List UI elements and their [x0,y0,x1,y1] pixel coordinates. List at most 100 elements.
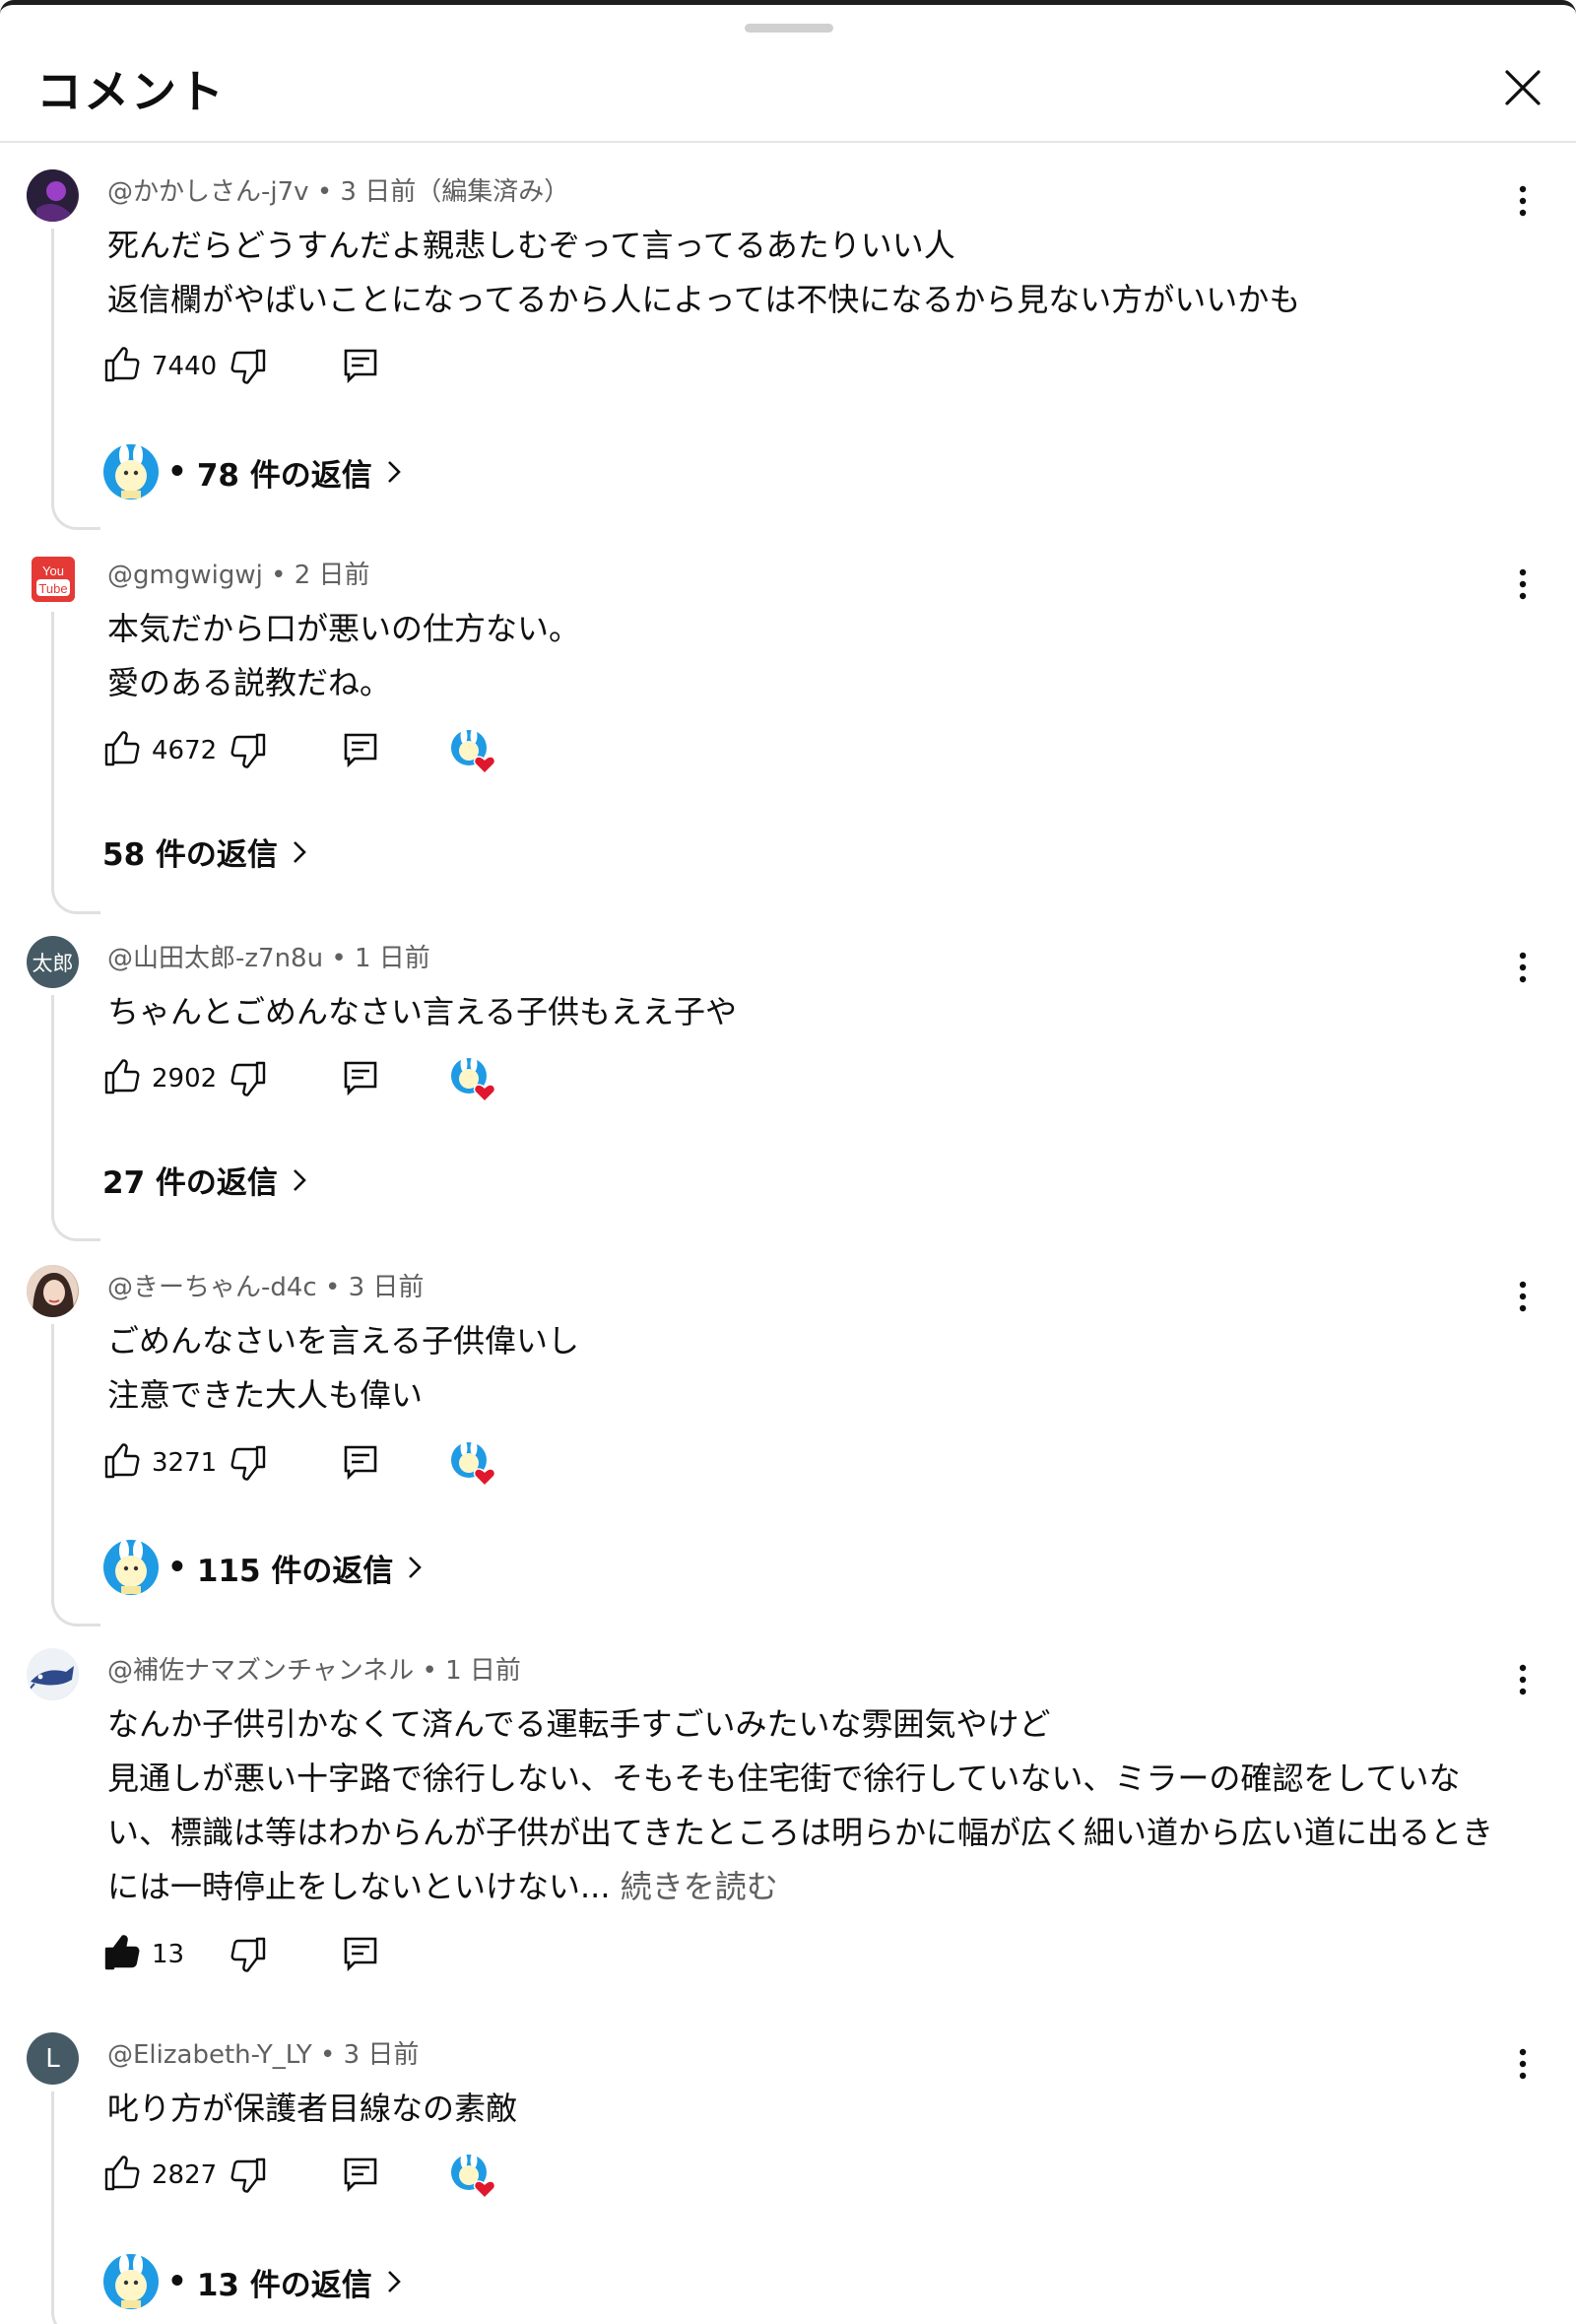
dislike-icon[interactable] [229,1444,268,1484]
creator-heart-icon [451,728,496,775]
avatar[interactable]: 太郎 [27,936,79,988]
like-count: 4672 [152,736,218,765]
like-icon-filled[interactable] [102,1932,142,1971]
reply-icon[interactable] [343,1060,378,1096]
like-icon[interactable] [102,1056,142,1096]
author-name[interactable]: @山田太郎-z7n8u [107,944,323,973]
comment-actions: 2902 [102,1056,693,1105]
replies-count: 13 件の返信 [196,2267,372,2303]
comment-meta: @gmgwigwj • 2 日前 [107,561,370,590]
comment-actions: 3271 [102,1440,693,1490]
dislike-icon[interactable] [229,1936,268,1975]
chevron-right-icon [387,2271,401,2292]
comment-meta: @きーちゃん-d4c • 3 日前 [107,1273,425,1302]
view-replies-button[interactable]: • 115 件の返信 [102,1539,423,1596]
timestamp: 2 日前 [294,561,370,590]
dislike-icon[interactable] [229,2157,268,2196]
comment-meta: @補佐ナマズンチャンネル • 1 日前 [107,1656,521,1686]
like-icon[interactable] [102,344,142,383]
read-more-link[interactable]: 続きを読む [621,1868,778,1905]
close-icon[interactable] [1499,64,1546,111]
reply-icon[interactable] [343,1936,378,1971]
drag-handle[interactable] [745,24,833,33]
like-icon[interactable] [102,1440,142,1480]
svg-text:You: You [42,564,64,578]
comment-meta: @山田太郎-z7n8u • 1 日前 [107,944,430,973]
replies-count: 58 件の返信 [102,837,278,873]
view-replies-button[interactable]: 58 件の返信 [102,830,307,874]
thread-line [51,995,100,1241]
more-options-icon[interactable] [1507,181,1539,221]
creator-avatar-icon [103,2254,159,2309]
comment-item: 太郎 @山田太郎-z7n8u • 1 日前 ちゃんとごめんなさい言える子供もええ… [0,936,1576,1241]
reply-icon[interactable] [343,732,378,767]
reply-icon[interactable] [343,1444,378,1480]
timestamp: 1 日前 [445,1656,521,1686]
more-options-icon[interactable] [1507,1660,1539,1699]
author-name[interactable]: @Elizabeth-Y_LY [107,2040,312,2070]
svg-text:Tube: Tube [38,581,67,596]
more-options-icon[interactable] [1507,1277,1539,1316]
thread-line [51,1324,100,1627]
creator-heart-icon [451,2153,496,2200]
thread-line [51,2092,100,2324]
dislike-icon[interactable] [229,732,268,771]
timestamp: 3 日前 [343,2040,420,2070]
like-count: 2902 [152,1064,218,1094]
author-name[interactable]: @かかしさん-j7v [107,177,309,207]
view-replies-button[interactable]: • 78 件の返信 [102,443,402,500]
more-options-icon[interactable] [1507,2044,1539,2084]
comment-text: なんか子供引かなくて済んでる運転手すごいみたいな雰囲気やけど 見通しが悪い十字路… [107,1705,1494,1905]
comment-actions: 2827 [102,2153,693,2202]
comment-item: @きーちゃん-d4c • 3 日前 ごめんなさいを言える子供偉いし 注意できた大… [0,1265,1576,1627]
like-count: 7440 [152,352,218,381]
like-icon[interactable] [102,728,142,767]
like-icon[interactable] [102,2153,142,2192]
chevron-right-icon [294,840,306,863]
chevron-right-icon [294,1168,306,1191]
comment-meta: @Elizabeth-Y_LY • 3 日前 [107,2040,420,2070]
like-count: 2827 [152,2160,218,2190]
author-name[interactable]: @gmgwigwj [107,561,263,590]
avatar[interactable]: L [27,2032,79,2085]
view-replies-button[interactable]: • 13 件の返信 [102,2253,402,2310]
view-replies-button[interactable]: 27 件の返信 [102,1158,307,1202]
comment-item: L @Elizabeth-Y_LY • 3 日前 叱り方が保護者目線なの素敵 2… [0,2032,1576,2324]
timestamp: 1 日前 [354,944,430,973]
more-options-icon[interactable] [1507,948,1539,987]
creator-avatar-icon [103,1540,159,1595]
replies-count: 115 件の返信 [196,1553,394,1589]
comment-text: 叱り方が保護者目線なの素敵 [107,2090,518,2127]
author-name[interactable]: @きーちゃん-d4c [107,1273,317,1302]
timestamp: 3 日前 [348,1273,425,1302]
comments-header: コメント [0,34,1576,143]
timestamp: 3 日前（編集済み） [340,177,570,207]
creator-heart-icon [451,1440,496,1488]
replies-count: 27 件の返信 [102,1165,278,1201]
comment-item: @補佐ナマズンチャンネル • 1 日前 なんか子供引かなくて済んでる運転手すごい… [0,1648,1576,1993]
creator-avatar-icon [103,444,159,499]
comment-item: You Tube @gmgwigwj • 2 日前 本気だから口が悪いの仕方ない。… [0,553,1576,914]
comment-actions: 7440 [102,344,693,393]
more-options-icon[interactable] [1507,564,1539,604]
thread-line [51,229,100,530]
avatar[interactable] [27,1648,79,1700]
avatar[interactable] [27,1265,79,1317]
comments-sheet: コメント @かかしさん-j7v • 3 日前（編集済み） 死んだらどうすんだよ親… [0,0,1576,2324]
avatar[interactable]: You Tube [32,557,75,602]
comment-meta: @かかしさん-j7v • 3 日前（編集済み） [107,177,570,207]
comment-actions: 4672 [102,728,693,777]
like-count: 13 [152,1940,185,1969]
comment-actions: 13 [102,1932,693,1981]
comment-item: @かかしさん-j7v • 3 日前（編集済み） 死んだらどうすんだよ親悲しむぞっ… [0,169,1576,530]
reply-icon[interactable] [343,2157,378,2192]
chevron-right-icon [387,461,401,483]
dislike-icon[interactable] [229,1060,268,1099]
comment-text: ちゃんとごめんなさい言える子供もええ子や [107,993,738,1030]
reply-icon[interactable] [343,348,378,383]
replies-count: 78 件の返信 [196,457,372,494]
dislike-icon[interactable] [229,348,268,387]
author-name[interactable]: @補佐ナマズンチャンネル [107,1656,414,1686]
chevron-right-icon [409,1557,423,1578]
avatar[interactable] [27,169,79,222]
